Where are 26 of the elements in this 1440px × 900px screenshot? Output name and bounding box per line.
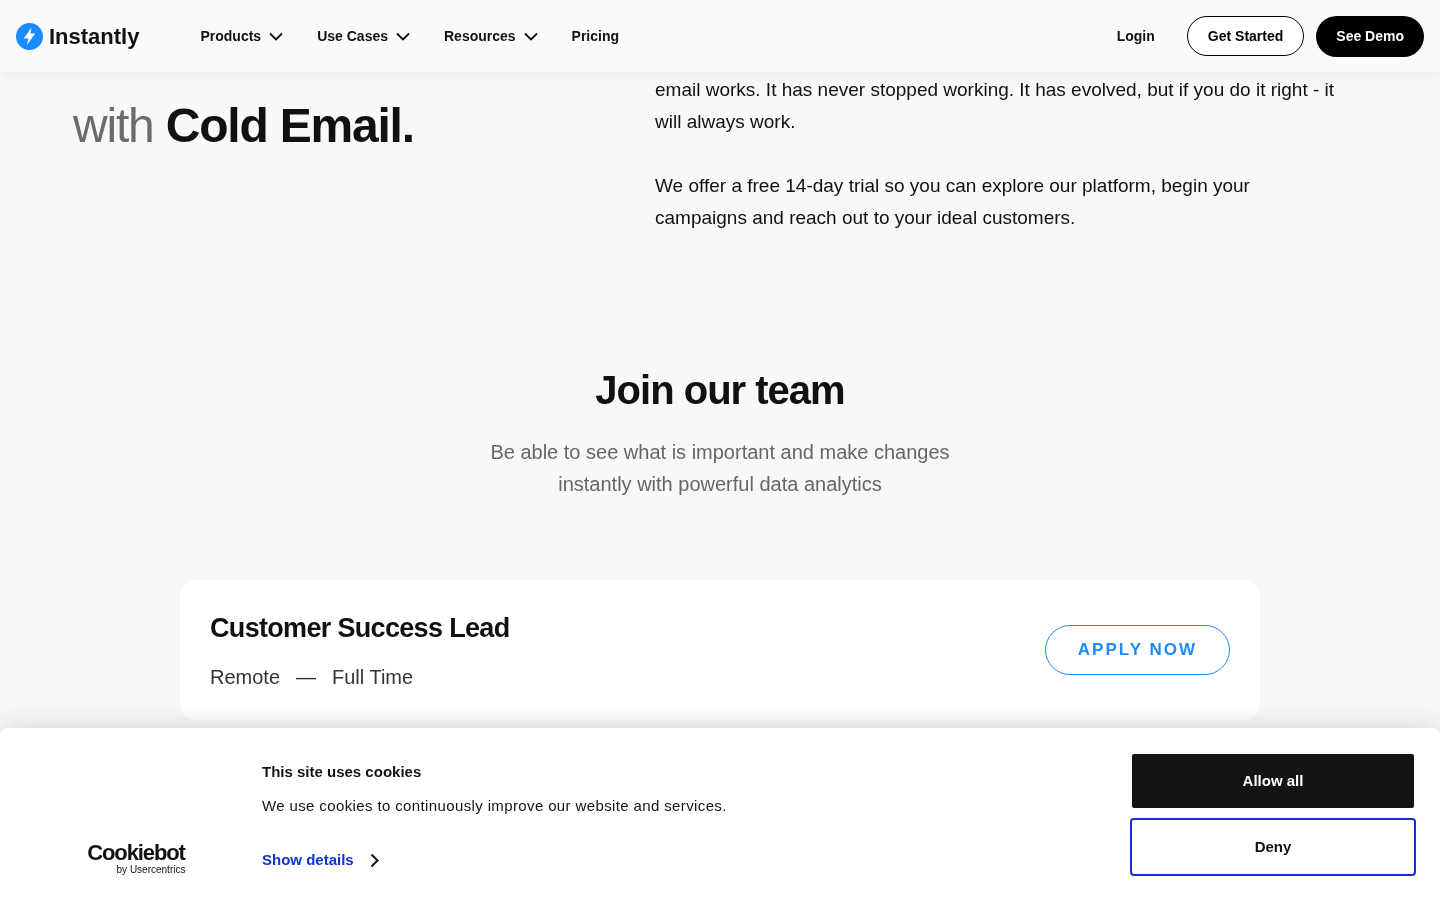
nav-link[interactable]: Products bbox=[200, 25, 284, 47]
section-title: Join our team bbox=[595, 367, 845, 414]
section-subtitle: Be able to see what is important and make changes instantly with powerful data analytics bbox=[489, 440, 951, 497]
job-type: Full Time bbox=[332, 665, 414, 691]
paragraph: email works. It has never stopped working. It has evolved, but if you do it right - it will always work. bbox=[655, 78, 1336, 134]
see-demo-button[interactable]: See Demo bbox=[1316, 15, 1424, 57]
logo-text[interactable]: Instantly bbox=[49, 19, 140, 53]
job-title: Customer Success Lead bbox=[210, 611, 510, 645]
cookiebot-logo: Cookiebot bbox=[87, 842, 185, 864]
headline: with Cold Email. bbox=[73, 98, 415, 154]
cookie-text: We use cookies to continuously improve our website and services. bbox=[262, 795, 727, 816]
lightning-bolt-logo-icon[interactable] bbox=[16, 22, 43, 50]
deny-button[interactable]: Deny bbox=[1130, 818, 1416, 876]
login-link[interactable]: Login bbox=[1116, 25, 1155, 47]
show-details-link[interactable]: Show details bbox=[262, 849, 727, 872]
allow-all-button[interactable]: Allow all bbox=[1132, 754, 1414, 808]
chevron-right-icon bbox=[369, 852, 379, 868]
nav-link[interactable]: Pricing bbox=[571, 25, 620, 47]
cookiebot-logo-subtitle: by Usercentrics bbox=[115, 864, 186, 876]
nav-link[interactable]: Use Cases bbox=[317, 25, 410, 47]
separator-dash: — bbox=[296, 665, 317, 691]
cookie-title: This site uses cookies bbox=[262, 762, 423, 782]
paragraph: We offer a free 14-day trial so you can explore our platform, begin your campaigns and reach out to your ideal customers. bbox=[655, 174, 1251, 230]
get-started-button[interactable]: Get Started bbox=[1186, 16, 1305, 56]
job-location: Remote bbox=[210, 665, 281, 691]
nav-link[interactable]: Resources bbox=[444, 25, 538, 47]
